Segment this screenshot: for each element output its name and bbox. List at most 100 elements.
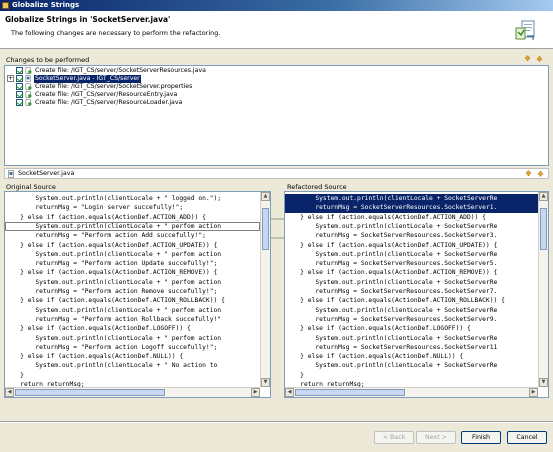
code-line: returnMsg = SocketServerResources.Socket… [285,203,538,213]
code-line: returnMsg = SocketServerResources.Socket… [285,232,498,240]
code-line: } else if (action.equals(ActionDef.LOGOF… [285,325,471,333]
tree-item-checkbox[interactable] [16,83,23,90]
code-line: returnMsg = SocketServerResources.Socket… [285,260,498,268]
tree-item-create-resources[interactable]: Create file: /IGT_CS/server/SocketServer… [5,67,545,75]
code-line: returnMsg = SocketServerResources.Socket… [285,343,498,351]
code-line: } else if (action.equals(ActionDef.ACTIO… [285,213,486,221]
code-line: } [285,371,304,379]
create-file-icon [25,99,32,106]
diff-connector [271,218,285,239]
refactored-source-label: Refactored Source [287,183,347,191]
code-line: System.out.println(clientLocale + " perf… [5,334,222,342]
code-line: System.out.println(clientLocale + Socket… [285,334,498,342]
tree-item-checkbox[interactable] [16,75,23,82]
code-line: System.out.println(clientLocale + Socket… [285,194,538,204]
java-file-icon [8,170,14,178]
code-line: returnMsg = "Perform action Remove succe… [5,288,218,295]
code-line: } else if (action.equals(ActionDef.ACTIO… [285,297,505,305]
code-line: System.out.println(clientLocale + " perf… [5,306,222,314]
horizontal-scroll-thumb[interactable] [295,389,405,396]
horizontal-scroll-thumb[interactable] [15,389,165,396]
vertical-scroll-thumb[interactable] [540,208,547,250]
expand-icon[interactable]: + [7,75,14,82]
changes-tree[interactable]: Create file: /IGT_CS/server/SocketServer… [4,65,549,166]
code-line: System.out.println(clientLocale + Socket… [285,250,498,258]
tree-item-checkbox[interactable] [16,99,23,106]
refactored-horizontal-scrollbar[interactable]: ◀ ▶ [285,387,538,397]
code-line: } else if (action.equals(ActionDef.ACTIO… [5,297,225,305]
refactored-source-pane[interactable]: System.out.println(clientLocale + Socket… [284,191,549,398]
code-line: } else if (action.equals(ActionDef.ACTIO… [5,213,206,221]
window-icon [2,2,9,9]
refactored-code-area[interactable]: System.out.println(clientLocale + Socket… [285,192,538,387]
tree-item-create-resourceentry[interactable]: Create file: /IGT_CS/server/ResourceEntr… [5,91,545,99]
scroll-left-button[interactable]: ◀ [285,388,294,397]
code-line: returnMsg = "Login server succefully!"; [5,204,184,212]
refactored-vertical-scrollbar[interactable]: ▲ ▼ [538,192,548,387]
code-line: returnMsg = "Perform action Add succeful… [5,232,206,240]
tree-item-create-resourceloader[interactable]: Create file: /IGT_CS/server/ResourceLoad… [5,99,545,107]
original-source-pane[interactable]: System.out.println(clientLocale + " logg… [4,191,271,398]
code-line: System.out.println(clientLocale + Socket… [285,222,498,230]
wizard-description: The following changes are necessary to p… [11,29,221,37]
compare-file-label: SocketServer.java [18,170,75,177]
window-title-bar[interactable]: Globalize Strings [0,0,553,11]
scroll-up-button[interactable]: ▲ [261,192,270,201]
code-line: returnMsg = "Perform action Logoff succe… [5,343,218,351]
code-line: } else if (action.equals(ActionDef.ACTIO… [5,269,218,277]
code-line: System.out.println(clientLocale + " logg… [5,195,222,202]
scroll-right-button[interactable]: ▶ [529,388,538,397]
previous-change-icon[interactable] [536,55,543,62]
code-line: System.out.println(clientLocale + " perf… [5,278,222,286]
wizard-header: Globalize Strings in 'SocketServer.java'… [0,11,553,49]
window-title: Globalize Strings [12,1,80,9]
code-line: } else if (action.equals(ActionDef.NULL)… [285,353,464,361]
code-line: System.out.println(clientLocale + " No a… [5,362,218,370]
tree-item-create-properties[interactable]: Create file: /IGT_CS/server/SocketServer… [5,83,545,91]
code-line: return returnMsg; [285,381,365,387]
tree-item-checkbox[interactable] [16,67,23,74]
code-line: } else if (action.equals(ActionDef.NULL)… [5,353,184,361]
original-code-area[interactable]: System.out.println(clientLocale + " logg… [5,192,260,387]
vertical-scroll-thumb[interactable] [262,208,269,250]
code-line: returnMsg = SocketServerResources.Socket… [285,288,498,295]
tree-item-socketserver[interactable]: + SocketServer.java - IGT_CS/server [5,75,545,83]
cancel-button[interactable]: Cancel [507,431,547,444]
back-button[interactable]: < Back [374,431,414,444]
previous-difference-icon[interactable] [537,170,544,177]
code-line: return returnMsg; [5,381,85,387]
code-line: System.out.println(clientLocale + " perf… [5,221,260,232]
scroll-right-button[interactable]: ▶ [251,388,260,397]
original-horizontal-scrollbar[interactable]: ◀ ▶ [5,387,260,397]
code-line: System.out.println(clientLocale + Socket… [285,278,498,286]
original-source-label: Original Source [6,183,56,191]
tree-item-checkbox[interactable] [16,91,23,98]
create-file-icon [25,83,32,90]
scroll-down-button[interactable]: ▼ [261,378,270,387]
compare-file-bar: SocketServer.java [4,168,549,179]
scroll-down-button[interactable]: ▼ [539,378,548,387]
refactoring-wizard-icon [515,20,535,40]
finish-button[interactable]: Finish [461,431,501,444]
create-file-icon [25,67,32,74]
code-line: System.out.println(clientLocale + Socket… [285,306,498,314]
create-file-icon [25,91,32,98]
next-button[interactable]: Next > [416,431,456,444]
original-vertical-scrollbar[interactable]: ▲ ▼ [260,192,270,387]
code-line: returnMsg = "Perform action Rollback suc… [5,315,222,323]
next-change-icon[interactable] [524,55,531,62]
code-line: } else if (action.equals(ActionDef.ACTIO… [5,241,218,249]
code-line: System.out.println(clientLocale + Socket… [285,362,498,370]
changes-section-label: Changes to be performed [6,56,90,64]
code-line: } else if (action.equals(ActionDef.LOGOF… [5,325,191,333]
scroll-left-button[interactable]: ◀ [5,388,14,397]
next-difference-icon[interactable] [525,170,532,177]
code-line: returnMsg = SocketServerResources.Socket… [285,315,498,323]
code-line: returnMsg = "Perform action Update succe… [5,260,218,268]
java-file-icon [25,75,31,82]
wizard-title: Globalize Strings in 'SocketServer.java' [5,15,171,24]
scroll-up-button[interactable]: ▲ [539,192,548,201]
code-line: } else if (action.equals(ActionDef.ACTIO… [285,241,498,249]
code-line: System.out.println(clientLocale + " perf… [5,250,222,258]
button-bar-separator [0,421,553,423]
